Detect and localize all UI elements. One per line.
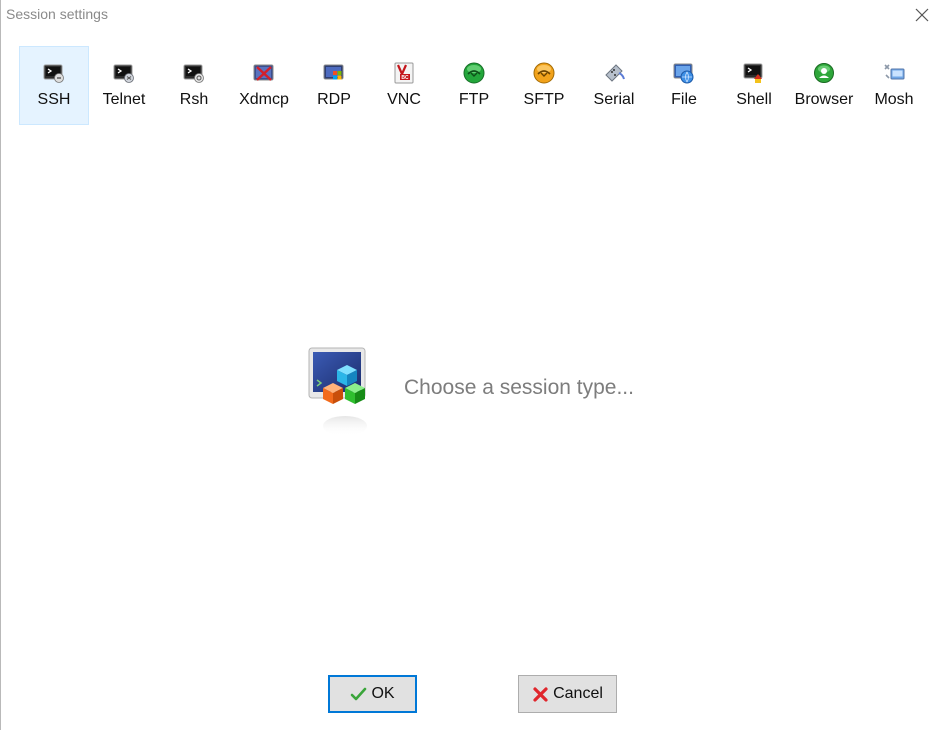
mosh-icon (884, 64, 905, 80)
cancel-button-label: Cancel (553, 685, 603, 702)
close-icon (915, 8, 929, 22)
session-type-label: RDP (317, 91, 351, 108)
rsh-icon (183, 64, 204, 83)
xdmcp-icon (253, 64, 274, 81)
rdp-icon (323, 64, 344, 80)
session-type-label: Telnet (102, 91, 146, 108)
session-cubes-logo-icon (308, 347, 367, 436)
session-type-label: Serial (593, 91, 635, 108)
session-type-rsh[interactable]: Rsh (159, 46, 229, 125)
session-type-label: VNC (387, 91, 421, 108)
browser-icon (814, 63, 834, 83)
ftp-icon (463, 62, 485, 84)
checkmark-icon (351, 687, 367, 700)
file-icon (673, 63, 694, 84)
session-type-label: File (671, 91, 697, 108)
session-prompt-area: Choose a session type... (307, 346, 634, 441)
session-type-toolbar: SSH Telnet Rsh Xdmcp RDP BC VNC FTP SFTP… (19, 46, 929, 125)
session-type-label: Xdmcp (239, 91, 289, 108)
session-type-label: SFTP (523, 91, 565, 108)
ok-button-label: OK (371, 685, 395, 702)
session-type-label: SSH (37, 91, 71, 108)
vnc-icon: BC (394, 62, 414, 84)
session-type-file[interactable]: File (649, 46, 719, 125)
cancel-x-icon (533, 686, 548, 702)
session-type-label: Browser (794, 91, 854, 108)
session-type-vnc[interactable]: BC VNC (369, 46, 439, 125)
session-type-ssh[interactable]: SSH (19, 46, 89, 125)
session-type-rdp[interactable]: RDP (299, 46, 369, 125)
session-type-shell[interactable]: Shell (719, 46, 789, 125)
session-type-ftp[interactable]: FTP (439, 46, 509, 125)
sftp-icon (533, 62, 555, 84)
window-title: Session settings (6, 6, 108, 22)
svg-text:BC: BC (401, 75, 409, 81)
ok-button[interactable]: OK (328, 675, 417, 713)
session-type-browser[interactable]: Browser (789, 46, 859, 125)
session-type-mosh[interactable]: Mosh (859, 46, 929, 125)
session-type-xdmcp[interactable]: Xdmcp (229, 46, 299, 125)
session-type-label: Shell (736, 91, 772, 108)
ssh-icon (43, 64, 64, 83)
session-type-label: Mosh (874, 91, 914, 108)
close-button[interactable] (909, 4, 935, 26)
shell-icon (743, 63, 763, 83)
session-settings-dialog: Session settings SSH Telnet Rsh Xdmcp RD… (0, 0, 941, 730)
serial-icon (605, 64, 625, 82)
session-type-sftp[interactable]: SFTP (509, 46, 579, 125)
session-type-label: FTP (458, 91, 490, 108)
cancel-button[interactable]: Cancel (518, 675, 617, 713)
session-type-serial[interactable]: Serial (579, 46, 649, 125)
title-bar: Session settings (1, 0, 941, 32)
choose-session-prompt: Choose a session type... (404, 376, 634, 399)
session-type-telnet[interactable]: Telnet (89, 46, 159, 125)
session-type-label: Rsh (179, 91, 209, 108)
telnet-icon (113, 64, 134, 83)
